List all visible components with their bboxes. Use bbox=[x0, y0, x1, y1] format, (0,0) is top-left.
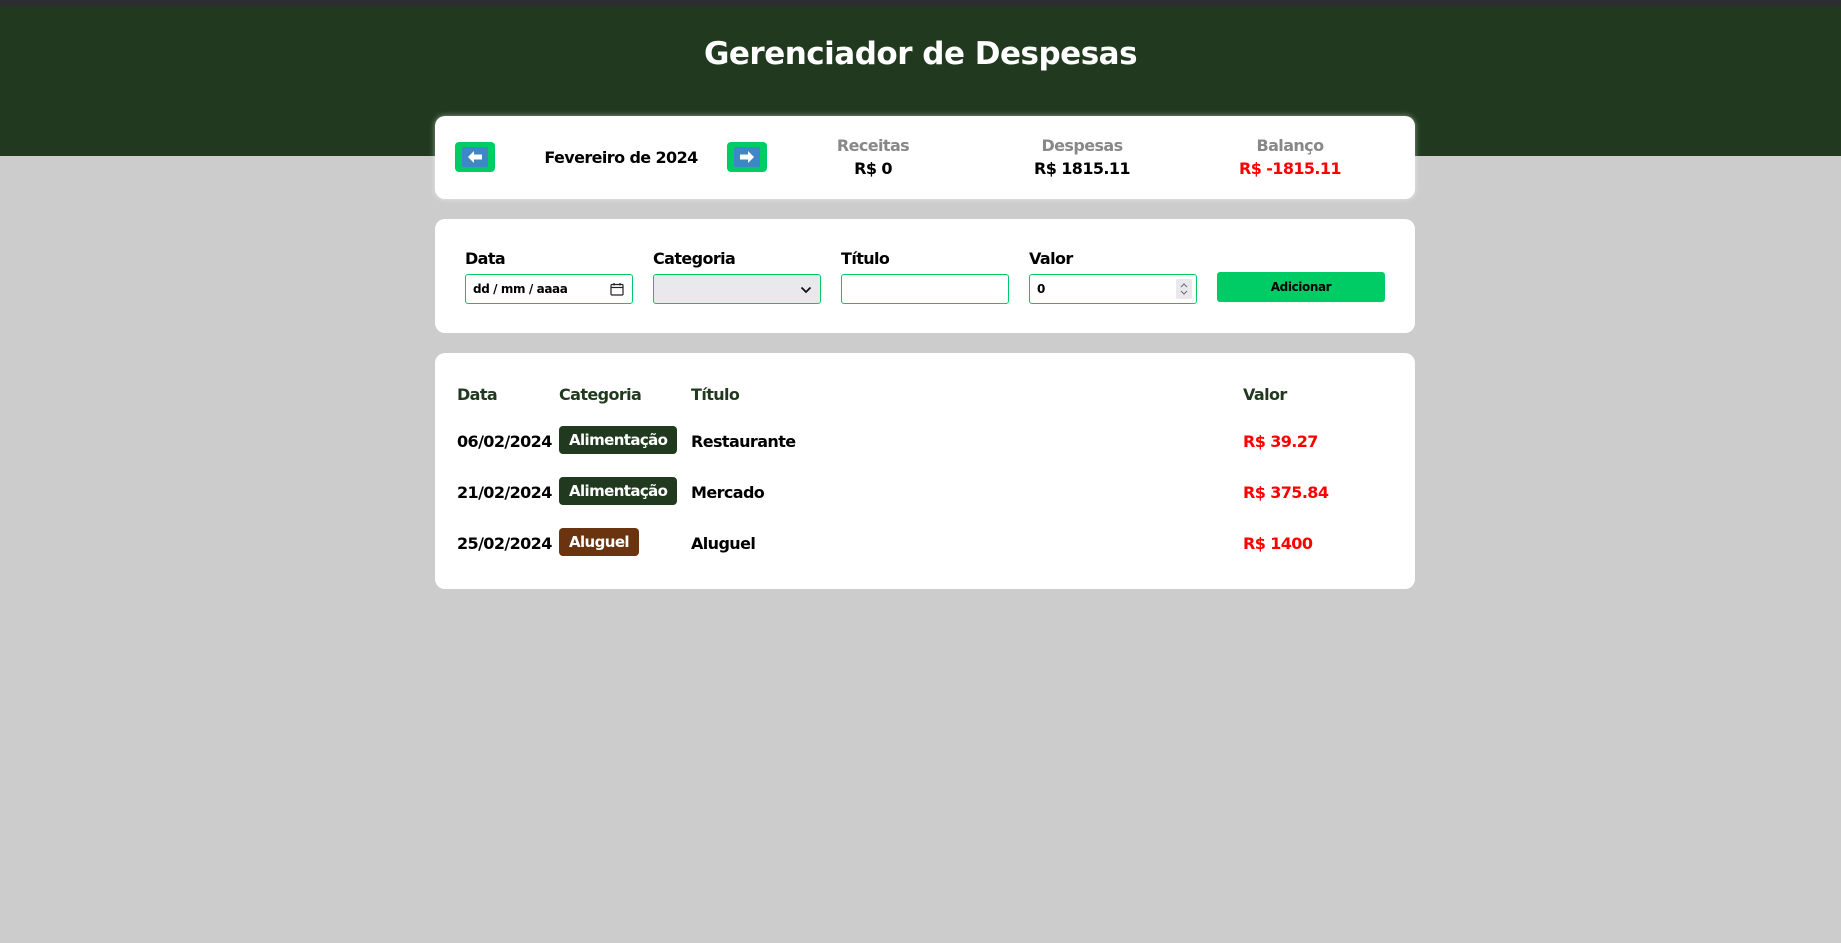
header-categoria: Categoria bbox=[559, 385, 642, 404]
page-title: Gerenciador de Despesas bbox=[703, 36, 1138, 72]
category-badge: Alimentação bbox=[559, 426, 678, 454]
receitas-label: Receitas bbox=[836, 136, 910, 155]
row-date: 25/02/2024 bbox=[457, 534, 552, 553]
valor-field: Valor 0 bbox=[1029, 249, 1197, 304]
row-value: R$ 39.27 bbox=[1243, 432, 1318, 451]
chevron-down-icon bbox=[800, 284, 812, 298]
summary-card: Fevereiro de 2024 Receitas R$ 0 Despesas… bbox=[435, 116, 1415, 199]
valor-input[interactable]: 0 bbox=[1029, 274, 1197, 304]
add-expense-form: Data dd / mm / aaaa Categoria Título Val… bbox=[435, 219, 1415, 333]
titulo-label: Título bbox=[841, 249, 890, 268]
despesas-label: Despesas bbox=[1041, 136, 1123, 155]
row-date: 06/02/2024 bbox=[457, 432, 552, 451]
balanco-value: R$ -1815.11 bbox=[1239, 159, 1342, 178]
receitas-value: R$ 0 bbox=[854, 159, 892, 178]
row-value: R$ 1400 bbox=[1243, 534, 1313, 553]
number-stepper[interactable] bbox=[1176, 279, 1192, 299]
categoria-select[interactable] bbox=[653, 274, 821, 304]
header-valor: Valor bbox=[1243, 385, 1287, 404]
row-title: Mercado bbox=[691, 483, 765, 502]
next-month-button[interactable] bbox=[727, 142, 767, 172]
category-badge: Alimentação bbox=[559, 477, 678, 505]
data-label: Data bbox=[465, 249, 506, 268]
current-month: Fevereiro de 2024 bbox=[544, 148, 698, 167]
row-title: Aluguel bbox=[691, 534, 756, 553]
categoria-label: Categoria bbox=[653, 249, 736, 268]
titulo-input[interactable] bbox=[841, 274, 1009, 304]
header-data: Data bbox=[457, 385, 498, 404]
category-badge: Aluguel bbox=[559, 528, 639, 556]
row-value: R$ 375.84 bbox=[1243, 483, 1329, 502]
row-title: Restaurante bbox=[691, 432, 796, 451]
valor-label: Valor bbox=[1029, 249, 1073, 268]
table-row: 21/02/2024 Alimentação Mercado R$ 375.84 bbox=[435, 477, 1415, 507]
date-placeholder: dd / mm / aaaa bbox=[473, 282, 568, 296]
table-row: 25/02/2024 Aluguel Aluguel R$ 1400 bbox=[435, 528, 1415, 558]
balanco-label: Balanço bbox=[1256, 136, 1325, 155]
table-row: 06/02/2024 Alimentação Restaurante R$ 39… bbox=[435, 426, 1415, 456]
arrow-right-icon bbox=[734, 147, 760, 167]
data-field: Data dd / mm / aaaa bbox=[465, 249, 633, 304]
balanco-stat: Balanço R$ -1815.11 bbox=[1200, 136, 1380, 178]
date-input[interactable]: dd / mm / aaaa bbox=[465, 274, 633, 304]
prev-month-button[interactable] bbox=[455, 142, 495, 172]
calendar-icon[interactable] bbox=[610, 282, 624, 299]
expenses-table: Data Categoria Título Valor 06/02/2024 A… bbox=[435, 353, 1415, 589]
valor-input-value: 0 bbox=[1037, 282, 1045, 296]
arrow-left-icon bbox=[462, 147, 488, 167]
header-titulo: Título bbox=[691, 385, 740, 404]
despesas-value: R$ 1815.11 bbox=[1034, 159, 1131, 178]
categoria-field: Categoria bbox=[653, 249, 821, 304]
receitas-stat: Receitas R$ 0 bbox=[783, 136, 963, 178]
titulo-field: Título bbox=[841, 249, 1009, 304]
row-date: 21/02/2024 bbox=[457, 483, 552, 502]
despesas-stat: Despesas R$ 1815.11 bbox=[992, 136, 1172, 178]
add-button[interactable]: Adicionar bbox=[1217, 272, 1385, 302]
